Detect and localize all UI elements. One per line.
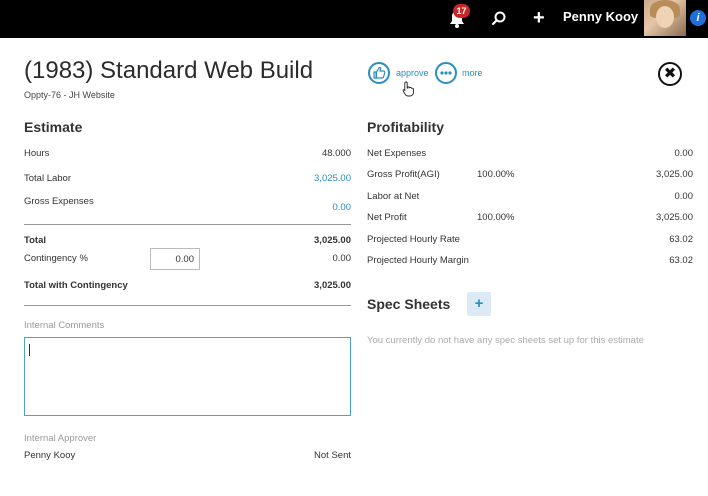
total-label: Total (24, 235, 46, 246)
contingency-label: Contingency % (24, 253, 88, 264)
user-name[interactable]: Penny Kooy (563, 9, 638, 24)
net-expenses-value: 0.00 (674, 148, 694, 159)
approve-label[interactable]: approve (396, 68, 429, 78)
net-expenses-label: Net Expenses (367, 148, 427, 159)
hand-pointer-icon (402, 81, 414, 97)
spec-sheets-empty-message: You currently do not have any spec sheet… (367, 335, 644, 346)
estimate-panel: (1983) Standard Web Build Oppty-76 - JH … (0, 38, 708, 496)
contingency-input[interactable]: 0.00 (150, 248, 200, 270)
total-with-contingency-value: 3,025.00 (314, 280, 351, 291)
contingency-value: 0.00 (332, 253, 352, 264)
plus-icon[interactable]: + (533, 8, 551, 28)
hours-label: Hours (24, 148, 50, 159)
approve-button[interactable] (368, 62, 390, 84)
estimate-heading: Estimate (24, 119, 83, 135)
profitability-heading: Profitability (367, 119, 445, 135)
hours-value: 48.000 (321, 148, 351, 159)
labor-at-net-value: 0.00 (674, 191, 694, 202)
add-spec-sheet-button[interactable]: + (467, 292, 491, 316)
internal-approver-label: Internal Approver (24, 433, 97, 444)
projected-hourly-margin-value: 63.02 (669, 255, 693, 266)
gross-expenses-link[interactable]: 0.00 (250, 202, 352, 213)
close-button[interactable]: ✖ (658, 62, 682, 86)
thumbs-up-icon (373, 66, 386, 79)
search-icon[interactable] (491, 10, 507, 26)
divider (24, 305, 351, 306)
gross-profit-pct: 100.00% (477, 169, 515, 180)
ellipsis-icon (440, 71, 452, 75)
projected-hourly-rate-value: 63.02 (669, 234, 693, 245)
projected-hourly-margin-label: Projected Hourly Margin (367, 255, 469, 266)
net-profit-pct: 100.00% (477, 212, 515, 223)
gross-profit-label: Gross Profit(AGI) (367, 169, 440, 180)
internal-comments-label: Internal Comments (24, 320, 105, 331)
page-subtitle: Oppty-76 - JH Website (24, 90, 115, 100)
divider (24, 224, 351, 225)
spec-sheets-heading: Spec Sheets (367, 296, 451, 312)
total-with-contingency-label: Total with Contingency (24, 280, 128, 291)
more-button[interactable] (435, 62, 457, 84)
internal-comments-textarea[interactable] (24, 337, 351, 416)
gross-expenses-label: Gross Expenses (24, 196, 94, 207)
top-navigation-bar: 17 + Penny Kooy i (0, 0, 708, 38)
total-labor-link[interactable]: 3,025.00 (250, 173, 351, 184)
text-caret (29, 344, 30, 356)
approver-name: Penny Kooy (24, 450, 76, 461)
net-profit-label: Net Profit (367, 212, 407, 223)
info-icon[interactable]: i (690, 10, 706, 26)
gross-profit-value: 3,025.00 (656, 169, 693, 180)
projected-hourly-rate-label: Projected Hourly Rate (367, 234, 460, 245)
more-label[interactable]: more (462, 68, 483, 78)
net-profit-value: 3,025.00 (656, 212, 693, 223)
page-title: (1983) Standard Web Build (24, 57, 314, 84)
total-labor-label: Total Labor (24, 173, 72, 184)
labor-at-net-label: Labor at Net (367, 191, 420, 202)
notification-badge: 17 (453, 4, 470, 18)
total-value: 3,025.00 (314, 235, 351, 246)
avatar[interactable] (644, 0, 686, 36)
approver-status: Not Sent (314, 450, 351, 461)
avatar-face (656, 6, 674, 28)
